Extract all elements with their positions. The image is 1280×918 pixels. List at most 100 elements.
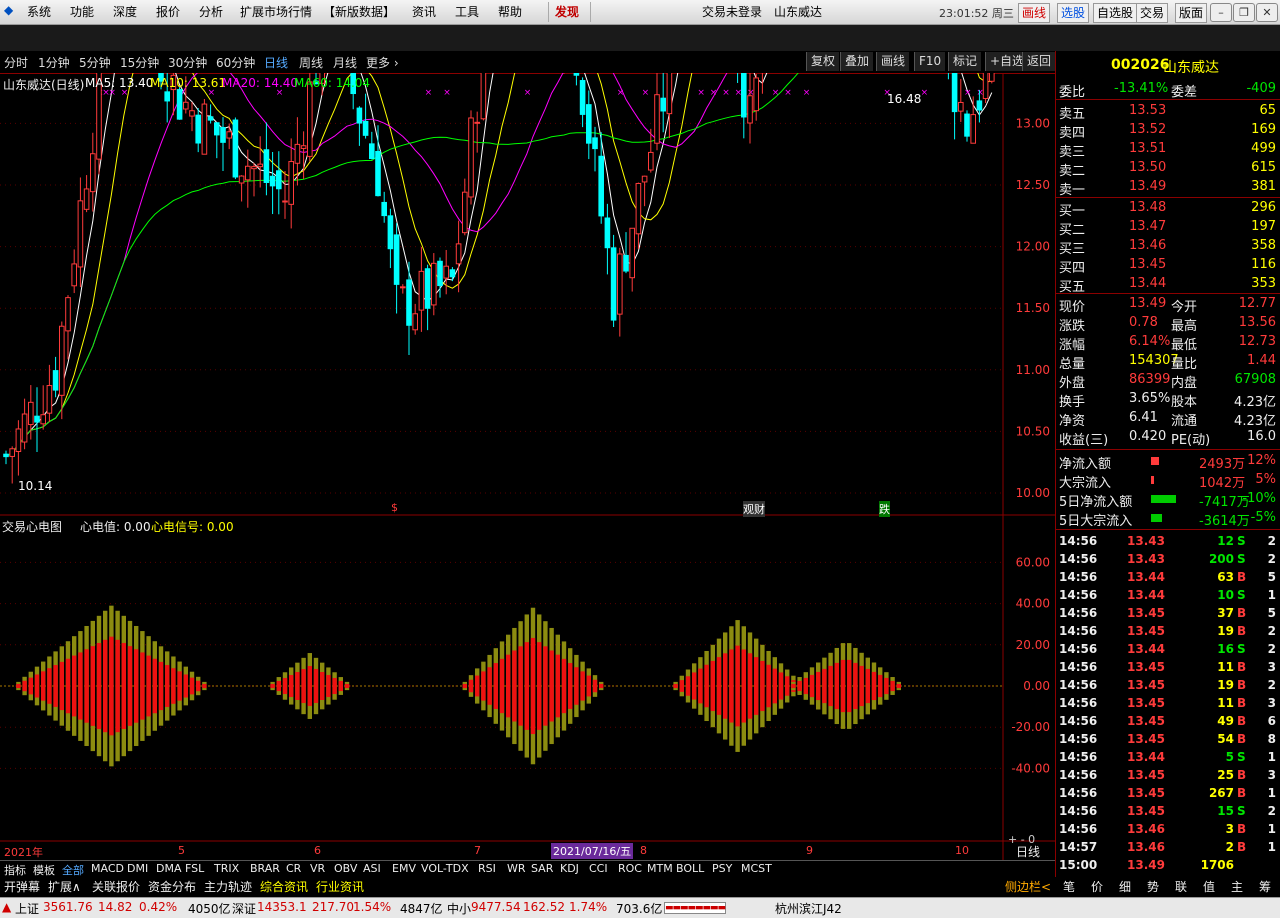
draw-line-button[interactable]: 画线 xyxy=(1018,3,1051,23)
indicator-tab-roc[interactable]: ROC xyxy=(618,862,642,875)
event-marker-drop[interactable]: 跌 xyxy=(879,501,890,517)
signal-marker: × xyxy=(921,88,929,98)
overlay-button[interactable]: 叠加 xyxy=(840,52,874,71)
period-1min[interactable]: 1分钟 xyxy=(38,54,70,71)
watchlist-button[interactable]: 自选股 xyxy=(1093,3,1138,23)
indicator-tab-rsi[interactable]: RSI xyxy=(478,862,496,875)
detail-tab[interactable]: 价 xyxy=(1091,878,1103,895)
indicator-tab-mcst[interactable]: MCST xyxy=(741,862,772,875)
indicator-tab-asi[interactable]: ASI xyxy=(363,862,381,875)
tick-volume: 19 xyxy=(1217,624,1234,638)
period-weekly[interactable]: 周线 xyxy=(299,54,323,71)
indicator-tab-wr[interactable]: WR xyxy=(507,862,526,875)
ecg-inner-bar xyxy=(177,671,182,701)
restore-icon[interactable]: ❐ xyxy=(1233,3,1255,22)
event-marker-dollar[interactable]: $ xyxy=(391,501,398,514)
indicator-tab-psy[interactable]: PSY xyxy=(712,862,732,875)
indicator-tab-boll[interactable]: BOLL xyxy=(676,862,704,875)
ecg-inner-bar xyxy=(320,672,325,700)
indicator-tab-cci[interactable]: CCI xyxy=(589,862,608,875)
indicator-tab-dma[interactable]: DMA xyxy=(156,862,182,875)
detail-tab[interactable]: 细 xyxy=(1119,878,1131,895)
drawing-button[interactable]: 画线 xyxy=(876,52,910,71)
indicator-tab-obv[interactable]: OBV xyxy=(334,862,357,875)
indicator-tab-vol-tdx[interactable]: VOL-TDX xyxy=(421,862,469,875)
candle xyxy=(381,191,387,223)
detail-tab[interactable]: 笔 xyxy=(1063,878,1075,895)
ecg-inner-bar xyxy=(853,662,858,710)
bid-label: 买二 xyxy=(1059,223,1086,238)
candle xyxy=(40,385,47,430)
indicator-tab-mtm[interactable]: MTM xyxy=(647,862,673,875)
detail-tab[interactable]: 筹 xyxy=(1259,878,1271,895)
indicator-tab-sar[interactable]: SAR xyxy=(531,862,553,875)
select-stock-button[interactable]: 选股 xyxy=(1057,3,1090,23)
event-marker-finance[interactable]: 观财 xyxy=(743,501,765,517)
menu-quote[interactable]: 报价 xyxy=(156,3,180,20)
period-5min[interactable]: 5分钟 xyxy=(79,54,111,71)
indicator-tab-vr[interactable]: VR xyxy=(310,862,325,875)
tab-industry-news[interactable]: 行业资讯 xyxy=(316,878,364,895)
detail-tab[interactable]: 势 xyxy=(1147,878,1159,895)
trade-button[interactable]: 交易 xyxy=(1136,3,1169,23)
indicator-tab-cr[interactable]: CR xyxy=(286,862,301,875)
tab-general-news[interactable]: 综合资讯 xyxy=(260,878,308,895)
menu-news[interactable]: 资讯 xyxy=(412,3,436,20)
indicator-tab-指标[interactable]: 指标 xyxy=(4,862,26,878)
signal-marker: × xyxy=(617,88,625,98)
detail-tab[interactable]: 主 xyxy=(1231,878,1243,895)
menu-depth[interactable]: 深度 xyxy=(113,3,137,20)
menu-function[interactable]: 功能 xyxy=(70,3,94,20)
ecg-inner-bar xyxy=(41,671,46,701)
back-button[interactable]: 返回 xyxy=(1022,52,1056,71)
indicator-tab-dmi[interactable]: DMI xyxy=(127,862,148,875)
tick-side: B xyxy=(1237,732,1247,746)
tab-related-quote[interactable]: 关联报价 xyxy=(92,878,140,895)
tick-count: 6 xyxy=(1267,714,1276,728)
close-icon[interactable]: ✕ xyxy=(1256,3,1278,22)
ask-volume: 615 xyxy=(1251,160,1276,175)
indicator-tab-fsl[interactable]: FSL xyxy=(185,862,204,875)
f10-button[interactable]: F10 xyxy=(914,52,946,71)
menu-ext-market[interactable]: 扩展市场行情 xyxy=(240,3,312,20)
period-30min[interactable]: 30分钟 xyxy=(168,54,207,71)
menu-analysis[interactable]: 分析 xyxy=(199,3,223,20)
period-15min[interactable]: 15分钟 xyxy=(120,54,159,71)
tick-count: 1 xyxy=(1267,750,1276,764)
period-60min[interactable]: 60分钟 xyxy=(216,54,255,71)
stat-label: 外盘 xyxy=(1059,376,1086,391)
tab-fund-distribution[interactable]: 资金分布 xyxy=(148,878,196,895)
minimize-icon[interactable]: – xyxy=(1210,3,1232,22)
indicator-tab-全部[interactable]: 全部 xyxy=(62,862,84,878)
period-daily[interactable]: 日线 xyxy=(264,54,288,71)
indicator-tab-brar[interactable]: BRAR xyxy=(250,862,280,875)
tab-extend[interactable]: 扩展∧ xyxy=(48,878,81,895)
app-logo-icon: ◆ xyxy=(4,3,14,17)
detail-tab[interactable]: 值 xyxy=(1203,878,1215,895)
period-monthly[interactable]: 月线 xyxy=(333,54,357,71)
indicator-tab-模板[interactable]: 模板 xyxy=(33,862,55,878)
menu-tools[interactable]: 工具 xyxy=(455,3,479,20)
mark-button[interactable]: 标记 xyxy=(948,52,982,71)
chart-canvas[interactable]: ××××××××××××××××××××××× 16.5016.0015.501… xyxy=(0,73,1055,860)
indicator-tab-emv[interactable]: EMV xyxy=(392,862,416,875)
adjust-button[interactable]: 复权 xyxy=(806,52,840,71)
x-label-may: 5 xyxy=(178,844,185,857)
menu-new-data[interactable]: 【新版数据】 xyxy=(323,3,395,20)
indicator-tab-trix[interactable]: TRIX xyxy=(214,862,239,875)
candle xyxy=(245,149,251,208)
indicator-tab-macd[interactable]: MACD xyxy=(91,862,124,875)
candle xyxy=(660,73,667,133)
detail-tab[interactable]: 联 xyxy=(1175,878,1187,895)
tab-danmaku[interactable]: 开弹幕 xyxy=(4,878,40,895)
indicator-tab-kdj[interactable]: KDJ xyxy=(560,862,579,875)
menu-discover[interactable]: 发现 xyxy=(555,3,579,20)
sidebar-toggle[interactable]: 侧边栏< xyxy=(1005,878,1051,895)
tab-main-trace[interactable]: 主力轨迹 xyxy=(204,878,252,895)
period-more[interactable]: 更多 › xyxy=(366,54,399,71)
period-intraday[interactable]: 分时 xyxy=(4,54,28,71)
layout-button[interactable]: 版面 xyxy=(1175,3,1208,23)
menu-system[interactable]: 系统 xyxy=(27,3,51,20)
ecg-inner-bar xyxy=(307,666,312,706)
menu-help[interactable]: 帮助 xyxy=(498,3,522,20)
